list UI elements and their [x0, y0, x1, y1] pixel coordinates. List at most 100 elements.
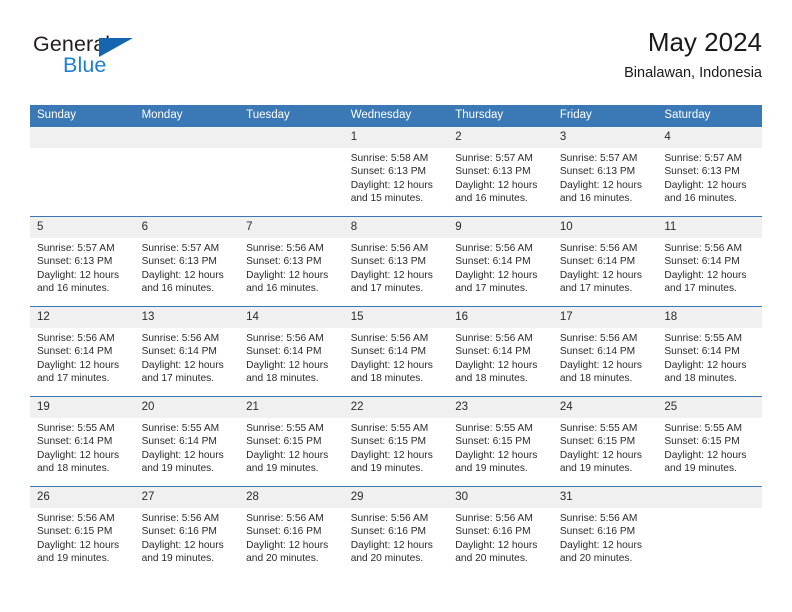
- sunrise-text: Sunrise: 5:56 AM: [664, 243, 742, 254]
- calendar-day-cell[interactable]: 10 Sunrise: 5:56 AM Sunset: 6:14 PM Dayligh…: [552, 216, 658, 307]
- calendar-day-cell[interactable]: 5 Sunrise: 5:57 AM Sunset: 6:13 PM Daylight…: [30, 216, 135, 307]
- sunrise-text: Sunrise: 5:56 AM: [350, 513, 429, 524]
- calendar-page: General Blue May 2024 Binalawan, Indones…: [0, 0, 792, 612]
- day-number: 12: [30, 307, 135, 328]
- calendar-day-cell[interactable]: 26 Sunrise: 5:56 AM Sunset: 6:15 PM Dayligh…: [30, 486, 135, 577]
- day-number: 30: [448, 487, 553, 508]
- calendar-day-cell[interactable]: 21 Sunrise: 5:55 AM Sunset: 6:15 PM Dayligh…: [239, 396, 344, 487]
- daylight-text-line1: Daylight: 12 hours: [455, 359, 538, 371]
- sunset-text: Sunset: 6:13 PM: [37, 256, 113, 268]
- sunset-text: Sunset: 6:13 PM: [350, 166, 427, 178]
- calendar-day-cell[interactable]: 24 Sunrise: 5:55 AM Sunset: 6:15 PM Dayligh…: [552, 396, 658, 487]
- day-details: Sunrise: 5:57 AM Sunset: 6:13 PM Daylight:…: [448, 148, 553, 206]
- day-number: 14: [239, 307, 344, 328]
- calendar-day-cell[interactable]: 25 Sunrise: 5:55 AM Sunset: 6:15 PM Dayligh…: [657, 396, 762, 487]
- calendar-day-cell[interactable]: 15 Sunrise: 5:56 AM Sunset: 6:14 PM Dayligh…: [343, 306, 449, 397]
- daylight-text-line1: Daylight: 12 hours: [350, 539, 433, 551]
- day-number: 3: [552, 127, 658, 148]
- calendar-day-cell[interactable]: 19 Sunrise: 5:55 AM Sunset: 6:14 PM Dayligh…: [30, 396, 135, 487]
- daylight-text-line1: Daylight: 12 hours: [559, 269, 642, 281]
- title-block: May 2024 Binalawan, Indonesia: [624, 26, 762, 84]
- calendar-day-cell[interactable]: 3 Sunrise: 5:57 AM Sunset: 6:13 PM Daylight…: [552, 126, 658, 217]
- calendar-day-cell[interactable]: 1 Sunrise: 5:58 AM Sunset: 6:13 PM Daylight…: [343, 126, 449, 217]
- calendar-week-row: 19 Sunrise: 5:55 AM Sunset: 6:14 PM Dayligh…: [30, 396, 762, 487]
- day-number: 2: [448, 127, 553, 148]
- sunset-text: Sunset: 6:15 PM: [246, 436, 322, 448]
- sunrise-text: Sunrise: 5:55 AM: [37, 423, 115, 434]
- calendar-day-cell[interactable]: 23 Sunrise: 5:55 AM Sunset: 6:15 PM Dayligh…: [448, 396, 553, 487]
- day-details: Sunrise: 5:57 AM Sunset: 6:13 PM Daylight:…: [657, 148, 762, 206]
- calendar-day-cell[interactable]: 27 Sunrise: 5:56 AM Sunset: 6:16 PM Dayligh…: [134, 486, 240, 577]
- day-number: 7: [239, 217, 344, 238]
- daylight-text-line2: and 18 minutes.: [664, 373, 737, 385]
- sunset-text: Sunset: 6:14 PM: [37, 436, 113, 448]
- calendar-day-cell[interactable]: 7 Sunrise: 5:56 AM Sunset: 6:13 PM Daylight…: [239, 216, 344, 307]
- daylight-text-line2: and 16 minutes.: [37, 283, 110, 295]
- calendar-day-cell[interactable]: 13 Sunrise: 5:56 AM Sunset: 6:14 PM Dayligh…: [134, 306, 240, 397]
- calendar-day-cell[interactable]: 9 Sunrise: 5:56 AM Sunset: 6:14 PM Daylight…: [448, 216, 553, 307]
- day-number: 4: [657, 127, 762, 148]
- calendar-day-cell[interactable]: 2 Sunrise: 5:57 AM Sunset: 6:13 PM Daylight…: [448, 126, 553, 217]
- calendar-day-cell-empty: [657, 486, 762, 577]
- day-number: 18: [657, 307, 762, 328]
- daylight-text-line1: Daylight: 12 hours: [455, 449, 538, 461]
- daylight-text-line2: and 18 minutes.: [350, 373, 424, 385]
- calendar-day-cell[interactable]: 12 Sunrise: 5:56 AM Sunset: 6:14 PM Dayligh…: [30, 306, 135, 397]
- daylight-text-line2: and 19 minutes.: [559, 463, 633, 475]
- calendar-day-cell-empty: [239, 126, 344, 217]
- calendar-day-cell[interactable]: 6 Sunrise: 5:57 AM Sunset: 6:13 PM Daylight…: [134, 216, 240, 307]
- day-number: 11: [657, 217, 762, 238]
- day-number: 24: [552, 397, 658, 418]
- calendar-day-cell[interactable]: 28 Sunrise: 5:56 AM Sunset: 6:16 PM Dayligh…: [239, 486, 344, 577]
- sunset-text: Sunset: 6:14 PM: [559, 256, 636, 268]
- weekday-header-sunday: Sunday: [30, 105, 135, 127]
- sunrise-text: Sunrise: 5:58 AM: [350, 153, 429, 164]
- daylight-text-line2: and 19 minutes.: [141, 553, 215, 565]
- calendar-day-cell[interactable]: 14 Sunrise: 5:56 AM Sunset: 6:14 PM Dayligh…: [239, 306, 344, 397]
- day-details: Sunrise: 5:55 AM Sunset: 6:14 PM Daylight:…: [30, 418, 135, 476]
- daylight-text-line1: Daylight: 12 hours: [141, 539, 224, 551]
- day-details: Sunrise: 5:58 AM Sunset: 6:13 PM Daylight:…: [344, 148, 449, 206]
- day-details: Sunrise: 5:55 AM Sunset: 6:15 PM Daylight:…: [344, 418, 449, 476]
- daylight-text-line2: and 15 minutes.: [350, 193, 424, 205]
- day-number: 19: [30, 397, 135, 418]
- daylight-text-line2: and 20 minutes.: [455, 553, 528, 565]
- general-blue-logo[interactable]: General Blue: [33, 32, 183, 90]
- day-number: 9: [448, 217, 553, 238]
- calendar-day-cell[interactable]: 18 Sunrise: 5:55 AM Sunset: 6:14 PM Dayligh…: [657, 306, 762, 397]
- daylight-text-line2: and 17 minutes.: [559, 283, 633, 295]
- day-details: Sunrise: 5:55 AM Sunset: 6:15 PM Daylight:…: [657, 418, 762, 476]
- calendar-day-cell[interactable]: 31 Sunrise: 5:56 AM Sunset: 6:16 PM Dayligh…: [552, 486, 658, 577]
- day-number: [30, 127, 135, 148]
- daylight-text-line2: and 16 minutes.: [246, 283, 319, 295]
- calendar-day-cell[interactable]: 17 Sunrise: 5:56 AM Sunset: 6:14 PM Dayligh…: [552, 306, 658, 397]
- daylight-text-line1: Daylight: 12 hours: [350, 359, 433, 371]
- calendar-day-cell[interactable]: 20 Sunrise: 5:55 AM Sunset: 6:14 PM Dayligh…: [134, 396, 240, 487]
- sunrise-text: Sunrise: 5:56 AM: [559, 333, 638, 344]
- daylight-text-line2: and 17 minutes.: [37, 373, 110, 385]
- calendar-day-cell[interactable]: 30 Sunrise: 5:56 AM Sunset: 6:16 PM Dayligh…: [448, 486, 553, 577]
- daylight-text-line2: and 19 minutes.: [141, 463, 215, 475]
- day-details: Sunrise: 5:57 AM Sunset: 6:13 PM Daylight:…: [135, 238, 240, 296]
- daylight-text-line1: Daylight: 12 hours: [455, 269, 538, 281]
- sunset-text: Sunset: 6:15 PM: [455, 436, 531, 448]
- sunset-text: Sunset: 6:16 PM: [350, 526, 427, 538]
- sunrise-text: Sunrise: 5:55 AM: [664, 423, 742, 434]
- sunset-text: Sunset: 6:13 PM: [664, 166, 740, 178]
- weekday-header-row: Sunday Monday Tuesday Wednesday Thursday…: [30, 105, 762, 127]
- sunset-text: Sunset: 6:14 PM: [141, 436, 217, 448]
- sunrise-text: Sunrise: 5:57 AM: [141, 243, 220, 254]
- daylight-text-line1: Daylight: 12 hours: [350, 449, 433, 461]
- calendar-day-cell[interactable]: 4 Sunrise: 5:57 AM Sunset: 6:13 PM Daylight…: [657, 126, 762, 217]
- sunset-text: Sunset: 6:15 PM: [37, 526, 113, 538]
- sunrise-text: Sunrise: 5:56 AM: [246, 333, 324, 344]
- weekday-header-wednesday: Wednesday: [343, 105, 449, 127]
- calendar-day-cell[interactable]: 16 Sunrise: 5:56 AM Sunset: 6:14 PM Dayligh…: [448, 306, 553, 397]
- calendar-day-cell[interactable]: 22 Sunrise: 5:55 AM Sunset: 6:15 PM Dayligh…: [343, 396, 449, 487]
- day-number: 20: [134, 397, 240, 418]
- sunrise-text: Sunrise: 5:56 AM: [246, 513, 324, 524]
- calendar-day-cell[interactable]: 8 Sunrise: 5:56 AM Sunset: 6:13 PM Daylight…: [343, 216, 449, 307]
- daylight-text-line1: Daylight: 12 hours: [350, 269, 433, 281]
- calendar-day-cell[interactable]: 29 Sunrise: 5:56 AM Sunset: 6:16 PM Dayligh…: [343, 486, 449, 577]
- calendar-day-cell[interactable]: 11 Sunrise: 5:56 AM Sunset: 6:14 PM Dayligh…: [657, 216, 762, 307]
